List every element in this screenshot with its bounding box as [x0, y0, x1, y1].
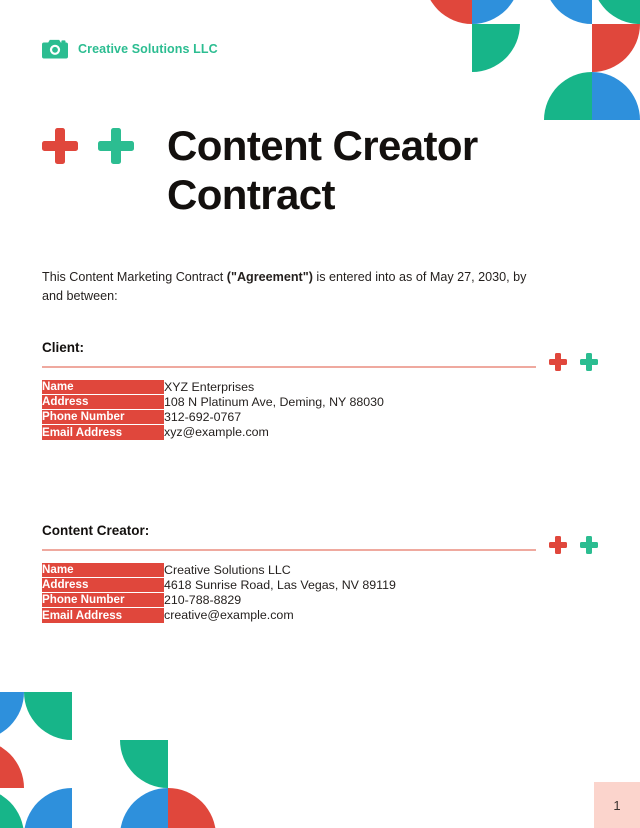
brand-logo: Creative Solutions LLC: [42, 38, 218, 60]
intro-paragraph: This Content Marketing Contract ("Agreem…: [42, 268, 534, 307]
row-label: Email Address: [42, 607, 164, 623]
section-divider: [42, 366, 536, 368]
row-label: Phone Number: [42, 409, 164, 425]
section-divider: [42, 549, 536, 551]
row-label: Address: [42, 394, 164, 410]
deco-cell: [168, 788, 216, 828]
row-value: XYZ Enterprises: [164, 380, 536, 395]
deco-cell: [120, 740, 168, 788]
plus-icon: [580, 353, 598, 371]
table-row: Address 108 N Platinum Ave, Deming, NY 8…: [42, 394, 536, 410]
page-number-badge: 1: [594, 782, 640, 828]
deco-cell: [0, 692, 24, 740]
table-row: Name XYZ Enterprises: [42, 379, 536, 395]
deco-cell: [544, 72, 592, 120]
deco-cell: [592, 0, 640, 24]
plus-icon: [580, 536, 598, 554]
brand-company-name: Creative Solutions LLC: [78, 42, 218, 56]
row-value: 4618 Sunrise Road, Las Vegas, NV 89119: [164, 578, 536, 593]
deco-cell: [424, 0, 472, 24]
party-section-client: Client: Name XYZ Enterprises Address 108…: [42, 340, 536, 440]
deco-cell: [0, 740, 24, 788]
client-plus-decorations: [549, 353, 598, 371]
row-value: creative@example.com: [164, 608, 536, 623]
deco-cell: [24, 692, 72, 740]
party-heading: Content Creator:: [42, 523, 150, 538]
row-value: 210-788-8829: [164, 593, 536, 608]
row-value: 312-692-0767: [164, 410, 536, 425]
table-row: Phone Number 210-788-8829: [42, 592, 536, 608]
intro-text-before: This Content Marketing Contract: [42, 269, 227, 284]
table-row: Email Address xyz@example.com: [42, 424, 536, 440]
deco-cell: [544, 0, 592, 24]
plus-icon: [98, 128, 134, 164]
party-heading: Client:: [42, 340, 84, 355]
row-label: Email Address: [42, 424, 164, 440]
deco-cell: [592, 24, 640, 72]
row-value: xyz@example.com: [164, 425, 536, 440]
party-section-content-creator: Content Creator: Name Creative Solutions…: [42, 523, 536, 623]
content-creator-plus-decorations: [549, 536, 598, 554]
plus-icon: [549, 536, 567, 554]
table-row: Email Address creative@example.com: [42, 607, 536, 623]
client-info-table: Name XYZ Enterprises Address 108 N Plati…: [42, 379, 536, 440]
decoration-bottom-left: [0, 692, 240, 828]
deco-cell: [472, 24, 520, 72]
row-label: Name: [42, 379, 164, 395]
contract-page: Creative Solutions LLC Content Creator C…: [0, 0, 640, 828]
content-creator-info-table: Name Creative Solutions LLC Address 4618…: [42, 562, 536, 623]
deco-cell: [120, 788, 168, 828]
intro-text-bold: ("Agreement"): [226, 269, 313, 284]
table-row: Phone Number 312-692-0767: [42, 409, 536, 425]
decoration-top-right: [424, 0, 640, 136]
row-label: Name: [42, 562, 164, 578]
plus-icon: [42, 128, 78, 164]
row-label: Phone Number: [42, 592, 164, 608]
plus-icon: [549, 353, 567, 371]
table-row: Name Creative Solutions LLC: [42, 562, 536, 578]
camera-icon: [42, 38, 68, 60]
row-label: Address: [42, 577, 164, 593]
deco-cell: [592, 72, 640, 120]
title-plus-decorations: [42, 128, 134, 164]
deco-cell: [0, 788, 24, 828]
row-value: Creative Solutions LLC: [164, 563, 536, 578]
page-title: Content Creator Contract: [167, 122, 478, 218]
deco-cell: [472, 0, 520, 24]
table-row: Address 4618 Sunrise Road, Las Vegas, NV…: [42, 577, 536, 593]
deco-cell: [24, 788, 72, 828]
row-value: 108 N Platinum Ave, Deming, NY 88030: [164, 395, 536, 410]
